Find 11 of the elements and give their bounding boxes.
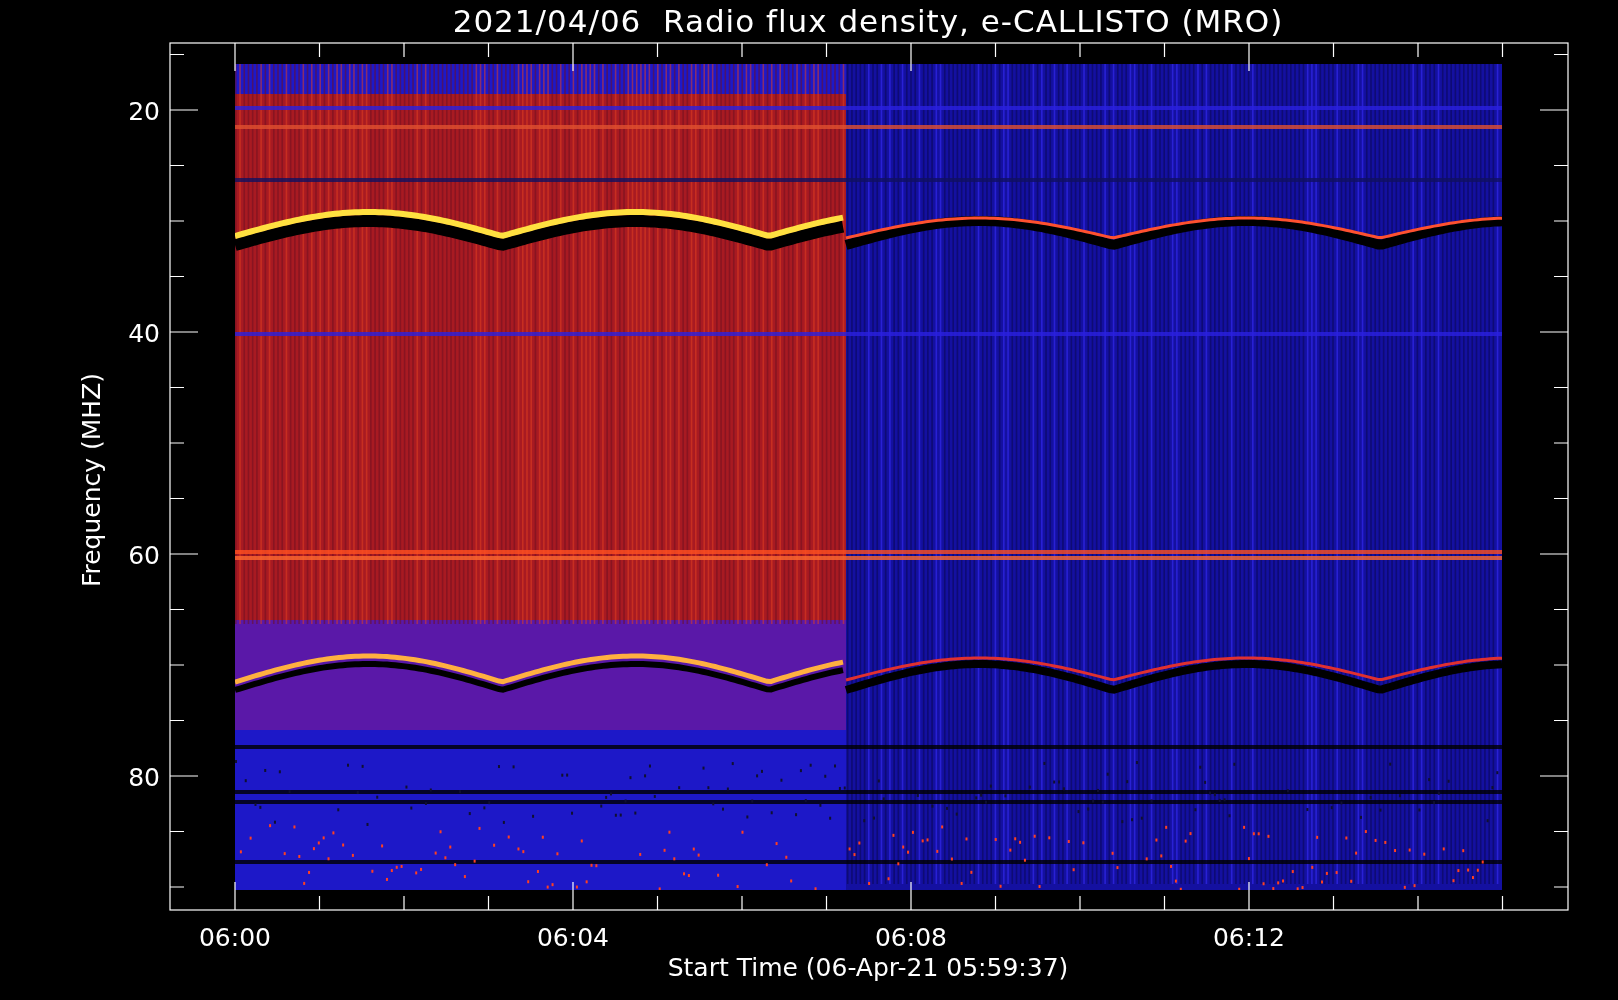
tick-label: 06:08	[875, 923, 947, 952]
tick-label: 06:12	[1213, 923, 1285, 952]
axis-label: Start Time (06-Apr-21 05:59:37)	[667, 953, 1069, 982]
tick-label: 80	[128, 763, 160, 792]
tick-label: 40	[128, 319, 160, 348]
tick-label: 60	[128, 541, 160, 570]
tick-label: 06:00	[199, 923, 271, 952]
tick-label: 20	[128, 97, 160, 126]
axis-label: Frequency (MHZ)	[77, 372, 106, 588]
tick-label: 06:04	[537, 923, 609, 952]
plot-title: 2021/04/06 Radio flux density, e-CALLISTO (MRO)	[452, 3, 1284, 39]
